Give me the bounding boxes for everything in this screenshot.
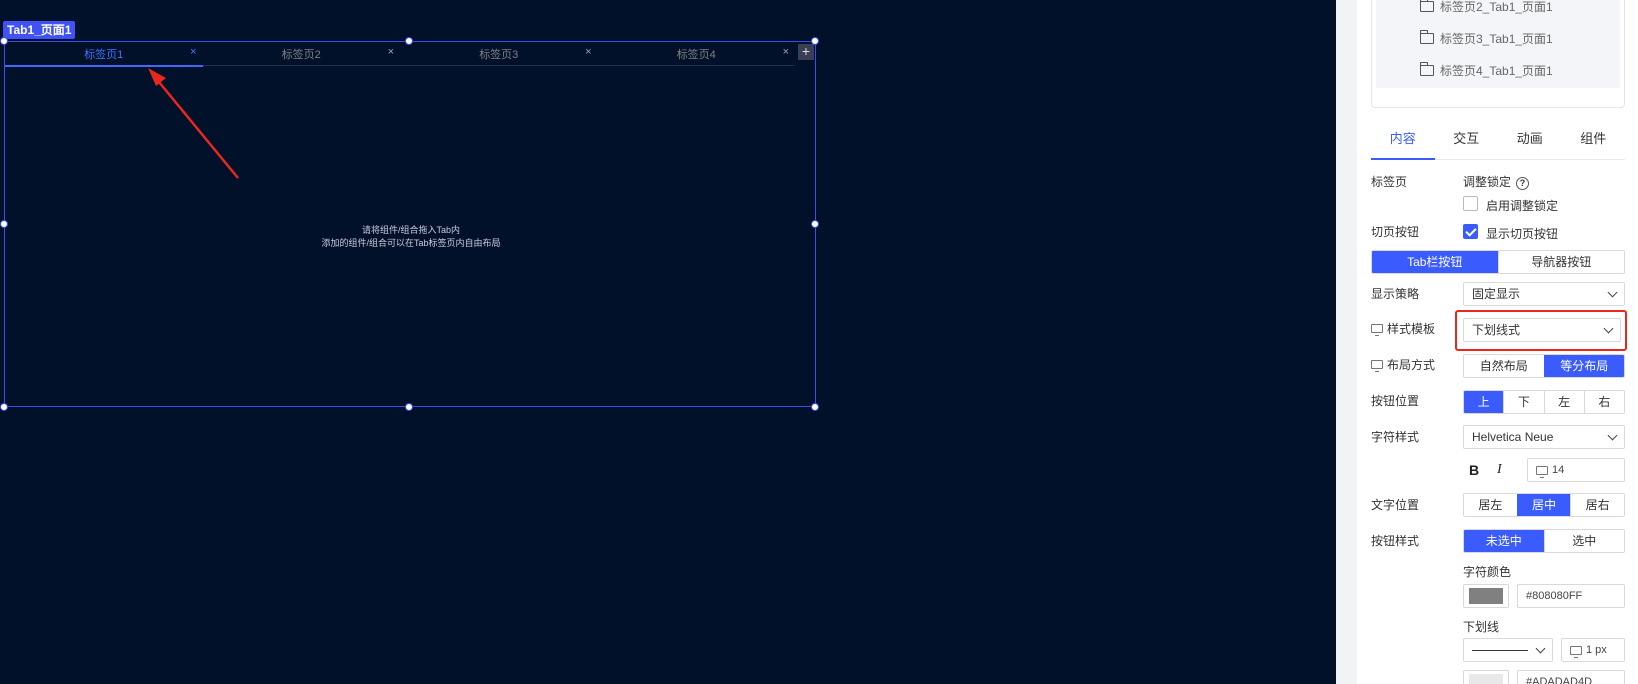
property-tabs: 内容 交互 动画 组件 [1371,124,1625,160]
tab-component[interactable]: 组件 [1562,124,1626,159]
layer-item[interactable]: 标签页4_Tab1_页面1 [1420,60,1553,80]
annotation-highlight-box [1455,310,1627,351]
align-center-option[interactable]: 居中 [1516,494,1571,516]
layer-item[interactable]: 标签页3_Tab1_页面1 [1420,28,1553,48]
font-color-label: 字符颜色 [1463,565,1512,579]
display-strategy-label: 显示策略 [1371,287,1420,301]
underline-width-input[interactable]: 1 px [1561,638,1625,662]
equal-layout-option[interactable]: 等分布局 [1543,355,1624,377]
monitor-icon [1371,324,1383,336]
switch-mode-toggle: Tab栏按钮 导航器按钮 [1371,250,1625,274]
resize-handle-bottom-left[interactable] [0,403,8,411]
tab-page-3[interactable]: 标签页3 × [400,42,598,66]
bold-button[interactable]: B [1469,462,1479,478]
chevron-down-icon [1535,643,1546,654]
switch-button-label: 切页按钮 [1371,225,1420,239]
align-right-option[interactable]: 居右 [1570,494,1624,516]
show-switch-checkbox[interactable] [1463,224,1478,239]
font-size-input[interactable]: 14 [1527,458,1625,482]
text-position-toggle: 居左 居中 居右 [1463,493,1625,517]
font-family-select[interactable]: Helvetica Neue [1463,425,1625,449]
enable-lock-label: 启用调整锁定 [1486,199,1559,213]
adjust-lock-row: 调整锁定? [1463,173,1530,190]
design-canvas[interactable]: Tab1_页面1 标签页1 × 标签页2 × 标签页3 × 标签页4 × + 请… [0,0,1336,684]
add-tab-button[interactable]: + [798,44,814,60]
position-bottom-option[interactable]: 下 [1503,391,1544,413]
tab-label: 标签页3 [479,49,519,61]
close-icon[interactable]: × [783,46,789,58]
folder-icon [1420,61,1434,76]
monitor-icon [1536,465,1548,478]
navigator-button-option[interactable]: 导航器按钮 [1497,251,1624,273]
button-position-label: 按钮位置 [1371,394,1420,408]
monitor-icon [1570,645,1582,658]
line-style-preview [1472,650,1528,652]
button-style-label: 按钮样式 [1371,534,1420,548]
resize-handle-top-right[interactable] [811,37,819,45]
font-color-input[interactable]: #808080FF [1517,584,1625,608]
resize-handle-right[interactable] [811,220,819,228]
tab-label: 标签页2 [281,49,321,61]
position-right-option[interactable]: 右 [1583,391,1624,413]
show-switch-label: 显示切页按钮 [1486,227,1559,241]
tab-content[interactable]: 内容 [1371,124,1435,160]
button-position-toggle: 上 下 左 右 [1463,390,1625,414]
layer-item[interactable]: 标签页2_Tab1_页面1 [1420,0,1553,16]
text-position-label: 文字位置 [1371,498,1420,512]
underline-color-swatch[interactable] [1463,670,1509,684]
resize-handle-top[interactable] [405,37,413,45]
tab-page-label: 标签页 [1371,175,1408,189]
tab-page-4[interactable]: 标签页4 × [598,42,796,66]
chevron-down-icon [1607,287,1618,298]
resize-handle-bottom[interactable] [405,403,413,411]
chevron-down-icon [1607,430,1618,441]
font-color-swatch[interactable] [1463,584,1509,608]
tab-animation[interactable]: 动画 [1498,124,1562,159]
tab-label: 标签页4 [676,49,716,61]
underline-color-input[interactable]: #ADADAD4D [1517,670,1625,684]
close-icon[interactable]: × [585,46,591,58]
unselected-state-option[interactable]: 未选中 [1464,530,1544,552]
monitor-icon [1371,360,1383,372]
help-icon[interactable]: ? [1516,177,1530,190]
enable-lock-checkbox[interactable] [1463,196,1478,211]
folder-icon [1420,0,1434,12]
layout-label: 布局方式 [1371,356,1435,373]
underline-style-select[interactable] [1463,638,1553,662]
selected-state-option[interactable]: 选中 [1543,530,1624,552]
display-strategy-select[interactable]: 固定显示 [1463,282,1625,306]
folder-icon [1420,29,1434,44]
underline-label: 下划线 [1463,620,1500,634]
font-style-label: 字符样式 [1371,430,1420,444]
resize-handle-left[interactable] [0,220,8,228]
layout-toggle: 自然布局 等分布局 [1463,354,1625,378]
tab-interaction[interactable]: 交互 [1435,124,1499,159]
align-left-option[interactable]: 居左 [1464,494,1517,516]
close-icon[interactable]: × [388,46,394,58]
position-top-option[interactable]: 上 [1464,391,1504,413]
drop-hint: 请将组件/组合拖入Tab内 添加的组件/组合可以在Tab标签页内自由布局 [5,224,817,250]
annotation-arrow-icon [148,68,239,179]
button-state-toggle: 未选中 选中 [1463,529,1625,553]
tab-bar-button-option[interactable]: Tab栏按钮 [1372,251,1498,273]
hint-line-2: 添加的组件/组合可以在Tab标签页内自由布局 [321,238,501,248]
natural-layout-option[interactable]: 自然布局 [1464,355,1544,377]
italic-button[interactable]: I [1497,462,1502,478]
resize-handle-bottom-right[interactable] [811,403,819,411]
position-left-option[interactable]: 左 [1543,391,1584,413]
hint-line-1: 请将组件/组合拖入Tab内 [361,225,460,235]
layer-tree: 标签页2_Tab1_页面1 标签页3_Tab1_页面1 标签页4_Tab1_页面… [1371,0,1625,108]
style-template-label: 样式模板 [1371,320,1435,337]
